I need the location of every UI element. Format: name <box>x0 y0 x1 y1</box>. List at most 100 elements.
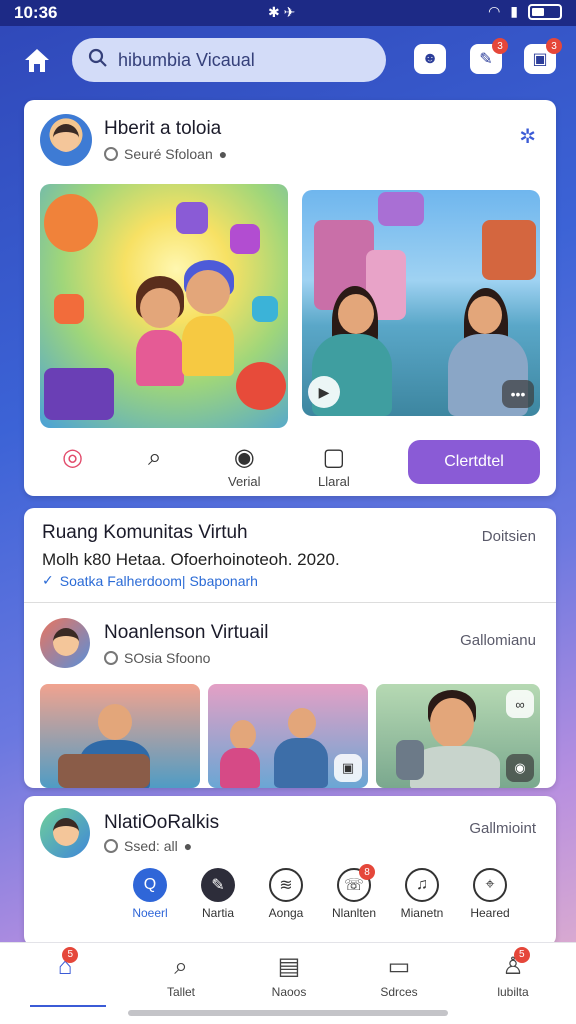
category-item[interactable]: ♫ Mianetn <box>386 868 458 920</box>
community-card: Ruang Komunitas Virtuh Doitsien Molh k80… <box>24 508 556 788</box>
category-item[interactable]: ✎ Nartia <box>182 868 254 920</box>
notification-badge: 5 <box>62 947 79 963</box>
post-meta-text: Seuré Sfoloan <box>124 146 213 162</box>
post-author[interactable]: Hberit a toloia <box>104 118 221 140</box>
avatar[interactable] <box>40 808 90 858</box>
settings-icon[interactable]: ✲ <box>519 124 536 149</box>
battery-icon <box>528 3 562 20</box>
react-button[interactable]: ◎ <box>62 444 83 474</box>
post-right-label[interactable]: Gallmioint <box>469 820 536 837</box>
category-item[interactable]: Q Noeerl <box>114 868 186 920</box>
post-actions: ◎ ⌕ ◉ Verial ▢ Llaral Clertdtel <box>24 440 556 496</box>
comment-label: Llaral <box>318 474 350 489</box>
category-label: Mianetn <box>400 906 444 920</box>
list-icon: ▤ <box>277 953 301 980</box>
more-icon[interactable]: ••• <box>502 380 534 408</box>
avatar[interactable] <box>40 114 92 166</box>
chat-icon: ☏ 8 <box>337 864 375 902</box>
category-item[interactable]: ☏ 8 Nlanlten <box>318 864 390 920</box>
game-icon[interactable]: ☻ <box>414 44 446 74</box>
video-icon: ▭ <box>387 953 411 980</box>
camera-icon[interactable]: ◉ <box>506 754 534 782</box>
category-item[interactable]: ≋ Aonga <box>250 868 322 920</box>
notification-badge: 3 <box>492 38 508 54</box>
post-card: NlatiOoRalkis Ssed: all ● Gallmioint Q N… <box>24 796 556 946</box>
category-label: Nartia <box>201 906 234 920</box>
post-author[interactable]: NlatiOoRalkis <box>104 812 219 834</box>
nav-profile[interactable]: ♙ 5 lubilta <box>468 947 558 999</box>
community-link[interactable]: ✓ Soatka Falherdoom| Sbaponarh <box>42 572 258 589</box>
nav-label: lubilta <box>497 985 529 999</box>
view-button[interactable]: ◉ Verial <box>228 444 261 489</box>
status-icons: ◠ ▮ <box>488 3 562 20</box>
notification-badge: 3 <box>546 38 562 54</box>
view-label: Verial <box>228 474 261 489</box>
eye-icon: ◉ <box>233 444 255 471</box>
search-icon <box>88 48 108 73</box>
notification-badge: 5 <box>513 947 530 963</box>
post-author[interactable]: Noanlenson Virtuail <box>104 622 268 644</box>
search-button[interactable]: ⌕ <box>148 444 161 474</box>
post-image-cartoon[interactable] <box>40 184 288 428</box>
photo-thumbnail[interactable]: ▣ <box>208 684 368 788</box>
nav-search[interactable]: ⌕ Tallet <box>136 953 226 999</box>
post-image-city[interactable]: ▶ ••• <box>302 190 540 416</box>
post-meta-text: SOsia Sfoono <box>124 650 211 666</box>
link-icon[interactable]: ∞ <box>506 690 534 718</box>
nav-label: Naoos <box>271 985 307 999</box>
home-icon[interactable] <box>22 46 58 78</box>
group-icon: ● <box>183 838 193 854</box>
search-icon: ⌕ <box>174 953 188 980</box>
post-card: Hberit a toloia Seuré Sfoloan ● ✲ ▶ ••• <box>24 100 556 496</box>
chat-icon: ● <box>218 146 228 162</box>
play-icon[interactable]: ▶ <box>308 376 340 408</box>
avatar[interactable] <box>40 618 90 668</box>
post-meta: SOsia Sfoono <box>104 650 210 666</box>
post-meta: Ssed: all ● <box>104 838 192 854</box>
community-link-text: Soatka Falherdoom| Sbaponarh <box>59 572 258 589</box>
music-note-icon: ♫ <box>405 868 439 902</box>
nav-label: Tallet <box>166 985 195 999</box>
post-right-label[interactable]: Gallomianu <box>460 632 536 649</box>
home-icon: ⌂ 5 <box>58 947 79 981</box>
bluetooth-icon: ✱ ✈ <box>268 4 296 20</box>
active-indicator <box>30 1005 106 1007</box>
community-right-label[interactable]: Doitsien <box>482 528 536 545</box>
profile-icon: ♙ 5 <box>502 947 530 981</box>
search-placeholder: hibumbia Vicaual <box>118 49 255 70</box>
top-bar: hibumbia Vicaual ☻ ✎ 3 ▣ 3 <box>0 26 576 96</box>
swirl-icon: ◎ <box>62 444 83 471</box>
comment-button[interactable]: ▢ Llaral <box>318 444 350 489</box>
nav-sources[interactable]: ▭ Sdrces <box>354 953 444 999</box>
search-input[interactable]: hibumbia Vicaual <box>72 38 386 82</box>
music-icon: ✎ <box>201 868 235 902</box>
primary-action-button[interactable]: Clertdtel <box>408 440 540 484</box>
wave-icon: ≋ <box>269 868 303 902</box>
signal-icon: ▮ <box>510 3 518 19</box>
nav-news[interactable]: ▤ Naoos <box>244 953 334 999</box>
nav-home[interactable]: ⌂ 5 <box>20 947 110 985</box>
compose-icon[interactable]: ✎ 3 <box>470 38 508 74</box>
category-label: Noeerl <box>132 906 168 920</box>
category-item[interactable]: ⌖ Heared <box>454 868 526 920</box>
globe-icon <box>104 651 118 665</box>
tag-icon: ⌖ <box>473 868 507 902</box>
globe-icon <box>104 839 118 853</box>
wifi-icon: ◠ <box>488 3 501 19</box>
category-label: Aonga <box>268 906 304 920</box>
news-icon: Q <box>133 868 167 902</box>
status-time: 10:36 <box>14 3 58 22</box>
check-icon: ✓ <box>42 572 54 588</box>
photo-thumbnail[interactable]: ∞ ◉ <box>376 684 540 788</box>
category-label: Nlanlten <box>331 906 377 920</box>
photo-thumbnail[interactable] <box>40 684 200 788</box>
post-meta: Seuré Sfoloan ● <box>104 146 227 162</box>
messages-icon[interactable]: ▣ 3 <box>524 38 562 74</box>
community-title[interactable]: Ruang Komunitas Virtuh <box>42 522 248 544</box>
post-meta-text: Ssed: all <box>124 838 178 854</box>
search-icon: ⌕ <box>148 444 162 471</box>
photo-icon[interactable]: ▣ <box>334 754 362 782</box>
divider <box>24 602 556 603</box>
status-bar: 10:36 ✱ ✈ ◠ ▮ <box>0 0 576 26</box>
nav-label: Sdrces <box>380 985 418 999</box>
